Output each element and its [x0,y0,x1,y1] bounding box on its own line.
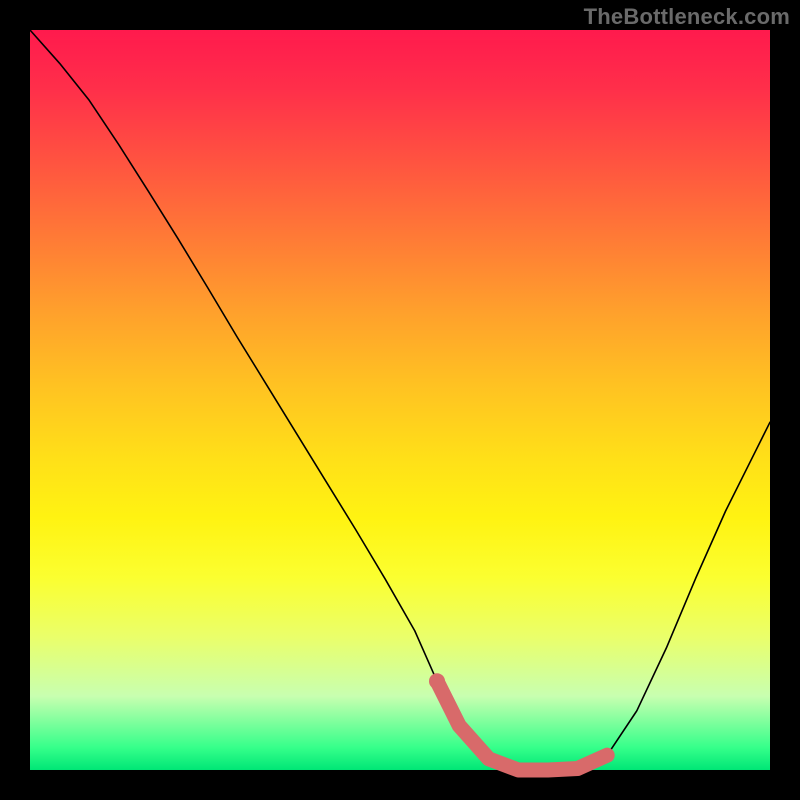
chart-container: TheBottleneck.com [0,0,800,800]
chart-svg [30,30,770,770]
plot-area [30,30,770,770]
watermark-text: TheBottleneck.com [584,4,790,30]
curve-highlight [437,681,607,770]
highlight-dot-start [429,673,445,689]
curve-line [30,30,770,770]
